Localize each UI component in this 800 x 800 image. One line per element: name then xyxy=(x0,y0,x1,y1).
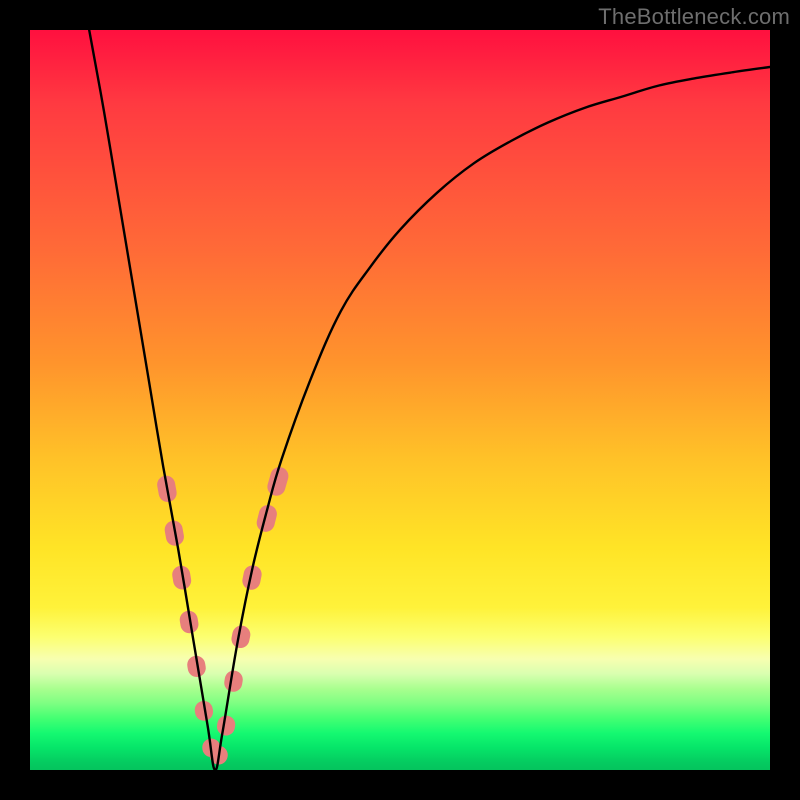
curve-layer xyxy=(30,30,770,770)
chart-frame: TheBottleneck.com xyxy=(0,0,800,800)
marker-group xyxy=(156,465,291,766)
watermark-text: TheBottleneck.com xyxy=(598,4,790,30)
plot-area xyxy=(30,30,770,770)
